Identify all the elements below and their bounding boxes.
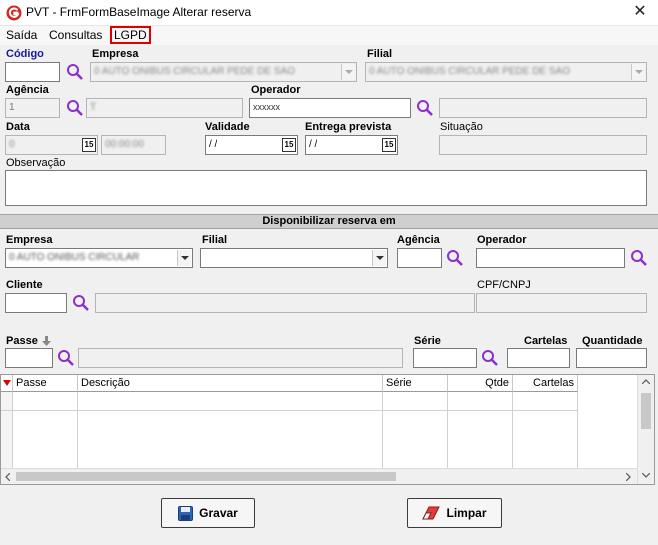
agencia-label: Agência xyxy=(6,84,49,96)
column-header-serie[interactable]: Série xyxy=(383,375,448,392)
cpf-field xyxy=(476,293,647,313)
observacao-textarea[interactable] xyxy=(5,170,647,206)
search-icon[interactable] xyxy=(446,249,464,267)
filial-select: 0 AUTO ONIBUS CIRCULAR PEDE DE SÃO xyxy=(365,62,647,82)
empresa-label: Empresa xyxy=(92,48,139,60)
gravar-label: Gravar xyxy=(199,506,238,520)
app-logo-icon xyxy=(6,5,22,21)
calendar-icon: 15 xyxy=(82,138,96,152)
data-time-input: 00:00:00 xyxy=(101,135,166,155)
disp-filial-label: Filial xyxy=(202,234,228,246)
menu-saida[interactable]: Saída xyxy=(6,28,37,42)
disp-empresa-label: Empresa xyxy=(6,234,53,246)
grid-cell-column[interactable] xyxy=(13,392,78,468)
menu-consultas[interactable]: Consultas xyxy=(49,28,102,42)
gravar-button[interactable]: Gravar xyxy=(161,498,255,528)
passe-input[interactable] xyxy=(5,348,53,368)
scroll-down-icon[interactable] xyxy=(642,473,650,478)
limpar-button[interactable]: Limpar xyxy=(407,498,502,528)
column-header-qtde[interactable]: Qtde xyxy=(448,375,513,392)
window-title: PVT - FrmFormBaseImage Alterar reserva xyxy=(26,5,252,19)
operador-description xyxy=(439,98,647,118)
cartelas-input[interactable] xyxy=(507,348,570,368)
search-icon[interactable] xyxy=(630,249,648,267)
sort-triangle-icon xyxy=(3,380,11,386)
passe-description xyxy=(78,348,403,368)
operador-label: Operador xyxy=(251,84,301,96)
validade-input[interactable]: / /15 xyxy=(205,135,298,155)
grid-cell-column[interactable] xyxy=(78,392,383,468)
passe-label: Passe xyxy=(6,335,38,347)
serie-input[interactable] xyxy=(413,348,477,368)
disp-operador-label: Operador xyxy=(477,234,527,246)
filial-label: Filial xyxy=(367,48,393,60)
search-icon[interactable] xyxy=(481,349,499,367)
cliente-input[interactable] xyxy=(5,293,67,313)
floppy-disk-icon xyxy=(178,505,194,521)
situacao-field xyxy=(439,135,647,155)
menu-lgpd[interactable]: LGPD xyxy=(110,26,151,44)
disp-agencia-label: Agência xyxy=(397,234,440,246)
limpar-label: Limpar xyxy=(446,506,487,520)
quantidade-input[interactable] xyxy=(576,348,647,368)
items-grid[interactable]: Passe Descrição Série Qtde Cartelas xyxy=(0,374,655,485)
validade-label: Validade xyxy=(205,121,250,133)
column-header-descricao[interactable]: Descrição xyxy=(78,375,383,392)
scroll-up-icon[interactable] xyxy=(642,379,650,384)
scroll-thumb[interactable] xyxy=(16,472,396,481)
search-icon[interactable] xyxy=(416,99,434,117)
search-icon[interactable] xyxy=(66,63,84,81)
agencia-description: T xyxy=(86,98,243,118)
disp-empresa-select[interactable]: 0 AUTO ONIBUS CIRCULAR xyxy=(5,248,193,268)
codigo-input[interactable] xyxy=(5,62,60,82)
calendar-icon[interactable]: 15 xyxy=(282,138,296,152)
entrega-label: Entrega prevista xyxy=(305,121,392,133)
cliente-description xyxy=(95,293,475,313)
cliente-label: Cliente xyxy=(6,279,43,291)
eraser-icon xyxy=(422,506,441,520)
disp-agencia-input[interactable] xyxy=(397,248,442,268)
grid-cell-column[interactable] xyxy=(383,392,448,468)
column-header-cartelas[interactable]: Cartelas xyxy=(513,375,578,392)
disponibilizar-header: Disponibilizar reserva em xyxy=(0,214,658,229)
grid-indicator-header xyxy=(1,375,13,392)
arrow-down-icon xyxy=(42,336,51,346)
agencia-input: 1 xyxy=(5,98,60,118)
close-button[interactable]: ✕ xyxy=(628,2,652,22)
calendar-icon[interactable]: 15 xyxy=(382,138,396,152)
observacao-label: Observação xyxy=(6,157,66,169)
disp-operador-input[interactable] xyxy=(476,248,625,268)
codigo-label: Código xyxy=(6,48,44,60)
scroll-right-icon[interactable] xyxy=(626,473,631,481)
vertical-scrollbar[interactable] xyxy=(637,375,654,484)
grid-cell-column[interactable] xyxy=(513,392,578,468)
row-indicator-column xyxy=(1,392,13,468)
data-label: Data xyxy=(6,121,30,133)
entrega-input[interactable]: / /15 xyxy=(305,135,398,155)
situacao-label: Situação xyxy=(440,121,483,133)
empresa-select: 0 AUTO ONIBUS CIRCULAR PEDE DE SÃO xyxy=(90,62,357,82)
grid-row-divider xyxy=(1,410,578,411)
grid-cell-column[interactable] xyxy=(448,392,513,468)
horizontal-scrollbar[interactable] xyxy=(1,468,637,484)
search-icon[interactable] xyxy=(72,294,90,312)
serie-label: Série xyxy=(414,335,441,347)
column-header-passe[interactable]: Passe xyxy=(13,375,78,392)
quantidade-label: Quantidade xyxy=(582,335,643,347)
cpf-label: CPF/CNPJ xyxy=(477,279,531,291)
operador-input[interactable]: xxxxxx xyxy=(249,98,411,118)
cartelas-label: Cartelas xyxy=(524,335,568,347)
search-icon[interactable] xyxy=(57,349,75,367)
disp-filial-select[interactable] xyxy=(200,248,388,268)
scroll-thumb[interactable] xyxy=(641,393,651,429)
data-input: 0 15 xyxy=(5,135,98,155)
search-icon[interactable] xyxy=(66,99,84,117)
scroll-left-icon[interactable] xyxy=(5,473,10,481)
